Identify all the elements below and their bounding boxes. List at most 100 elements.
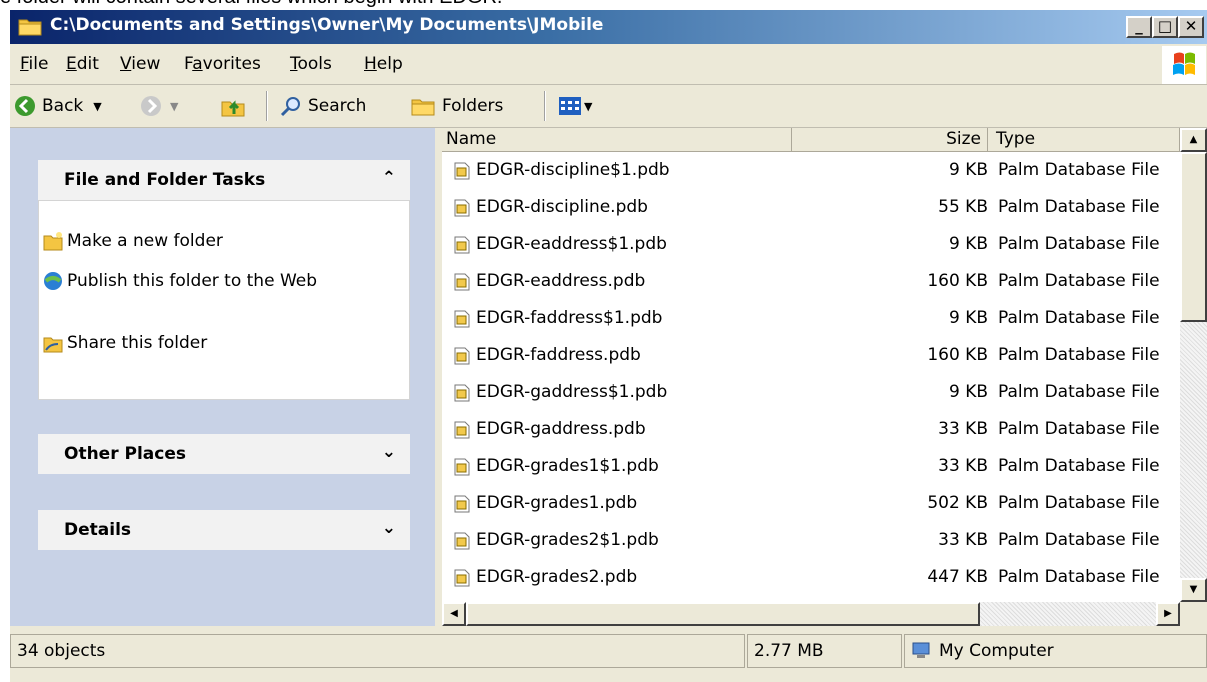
- menu-file[interactable]: File: [20, 54, 48, 74]
- share-folder-icon: [43, 337, 63, 353]
- status-zone: My Computer: [904, 634, 1207, 668]
- expand-chevron-icon[interactable]: ⌄: [382, 442, 396, 462]
- document-caption: e folder will contain several files whic…: [0, 0, 1207, 10]
- explorer-window: C:\Documents and Settings\Owner\My Docum…: [10, 10, 1207, 682]
- forward-button[interactable]: ▼: [140, 93, 178, 119]
- views-button[interactable]: ▼: [558, 93, 592, 119]
- file-row[interactable]: EDGR-gaddress$1.pdb 9 KB Palm Database Fil…: [442, 376, 1180, 410]
- menu-edit[interactable]: Edit: [66, 54, 99, 74]
- task-publish-folder[interactable]: Publish this folder to the Web: [44, 271, 367, 292]
- forward-arrow-icon: [141, 96, 161, 116]
- publish-web-icon: [44, 272, 62, 290]
- file-type: Palm Database File: [998, 567, 1160, 587]
- menu-favorites[interactable]: Favorites: [184, 54, 261, 74]
- search-button[interactable]: Search: [280, 93, 366, 119]
- file-row[interactable]: EDGR-grades2$1.pdb 33 KB Palm Database Fil…: [442, 524, 1180, 558]
- file-name: EDGR-grades1.pdb: [476, 493, 638, 513]
- file-list: Name Size Type EDGR-discipline$1.pdb 9 KB…: [442, 128, 1180, 602]
- pdb-file-icon: [454, 310, 470, 328]
- file-row[interactable]: EDGR-discipline.pdb 55 KB Palm Database Fi…: [442, 191, 1180, 225]
- file-type: Palm Database File: [998, 493, 1160, 513]
- file-folder-tasks-body: Make a new folder Publish this folder to…: [38, 200, 410, 400]
- my-computer-icon: [912, 642, 930, 658]
- file-row[interactable]: EDGR-faddress$1.pdb 9 KB Palm Database Fil…: [442, 302, 1180, 336]
- file-size: 33 KB: [938, 419, 988, 439]
- vertical-scroll-thumb[interactable]: [1180, 152, 1207, 322]
- file-row[interactable]: EDGR-grades1$1.pdb 33 KB Palm Database Fil…: [442, 450, 1180, 484]
- task-share-folder[interactable]: Share this folder: [43, 333, 207, 354]
- file-type: Palm Database File: [998, 234, 1160, 254]
- toolbar: Back ▼ ▼ Search Folders ▼: [10, 85, 1207, 128]
- back-button[interactable]: Back ▼: [14, 93, 102, 119]
- up-folder-button[interactable]: [220, 93, 246, 119]
- toolbar-separator: [544, 91, 546, 121]
- forward-dropdown-icon[interactable]: ▼: [170, 100, 178, 113]
- views-icon: [559, 97, 581, 115]
- horizontal-scrollbar[interactable]: ◀ ▶: [442, 602, 1180, 626]
- file-row[interactable]: EDGR-faddress.pdb 160 KB Palm Database Fil…: [442, 339, 1180, 373]
- folders-button[interactable]: Folders: [410, 93, 503, 119]
- menu-help[interactable]: Help: [364, 54, 403, 74]
- expand-chevron-icon[interactable]: ⌄: [382, 518, 396, 538]
- back-dropdown-icon[interactable]: ▼: [93, 100, 101, 113]
- file-type: Palm Database File: [998, 160, 1160, 180]
- task-make-new-folder[interactable]: Make a new folder: [43, 231, 223, 252]
- file-type: Palm Database File: [998, 271, 1160, 291]
- file-size: 55 KB: [938, 197, 988, 217]
- file-name: EDGR-faddress$1.pdb: [476, 308, 663, 328]
- file-folder-tasks-header[interactable]: File and Folder Tasks ⌃: [38, 160, 410, 200]
- file-name: EDGR-grades2.pdb: [476, 567, 638, 587]
- new-folder-icon: [43, 232, 63, 251]
- collapse-chevron-icon[interactable]: ⌃: [382, 168, 396, 188]
- scroll-up-arrow-icon[interactable]: ▲: [1180, 128, 1207, 152]
- folders-icon: [411, 99, 435, 116]
- file-name: EDGR-gaddress$1.pdb: [476, 382, 668, 402]
- file-folder-tasks-title: File and Folder Tasks: [64, 170, 266, 190]
- details-title: Details: [64, 520, 132, 540]
- scroll-left-arrow-icon[interactable]: ◀: [442, 602, 466, 626]
- file-name: EDGR-eaddress.pdb: [476, 271, 646, 291]
- file-row[interactable]: EDGR-gaddress.pdb 33 KB Palm Database File: [442, 413, 1180, 447]
- file-name: EDGR-discipline.pdb: [476, 197, 648, 217]
- file-row[interactable]: EDGR-grades1.pdb 502 KB Palm Database File: [442, 487, 1180, 521]
- file-size: 9 KB: [948, 382, 988, 402]
- file-type: Palm Database File: [998, 345, 1160, 365]
- status-object-count: 34 objects: [10, 634, 745, 668]
- other-places-title: Other Places: [64, 444, 186, 464]
- file-type: Palm Database File: [998, 456, 1160, 476]
- details-header[interactable]: Details ⌄: [38, 510, 410, 550]
- horizontal-scroll-thumb[interactable]: [466, 602, 980, 626]
- up-folder-icon: [221, 100, 245, 117]
- pdb-file-icon: [454, 569, 470, 587]
- menu-tools[interactable]: Tools: [290, 54, 332, 74]
- menu-view[interactable]: View: [120, 54, 160, 74]
- scroll-right-arrow-icon[interactable]: ▶: [1156, 602, 1180, 626]
- views-dropdown-icon[interactable]: ▼: [584, 100, 592, 113]
- column-header-size[interactable]: Size: [792, 128, 988, 152]
- file-name: EDGR-grades2$1.pdb: [476, 530, 659, 550]
- file-name: EDGR-gaddress.pdb: [476, 419, 646, 439]
- close-button[interactable]: ✕: [1178, 16, 1204, 38]
- title-bar[interactable]: C:\Documents and Settings\Owner\My Docum…: [10, 10, 1207, 44]
- windows-logo-icon: [1162, 46, 1206, 84]
- maximize-button[interactable]: □: [1152, 16, 1178, 38]
- column-header-type[interactable]: Type: [988, 128, 1180, 152]
- file-size: 9 KB: [948, 308, 988, 328]
- vertical-scrollbar[interactable]: ▲ ▼: [1180, 128, 1207, 602]
- file-size: 33 KB: [938, 456, 988, 476]
- file-name: EDGR-eaddress$1.pdb: [476, 234, 667, 254]
- file-size: 160 KB: [927, 345, 988, 365]
- minimize-button[interactable]: _: [1126, 16, 1152, 38]
- window-title: C:\Documents and Settings\Owner\My Docum…: [50, 15, 604, 35]
- file-row[interactable]: EDGR-grades2.pdb 447 KB Palm Database File: [442, 561, 1180, 595]
- file-type: Palm Database File: [998, 308, 1160, 328]
- file-row[interactable]: EDGR-eaddress$1.pdb 9 KB Palm Database Fil…: [442, 228, 1180, 262]
- menu-bar: File Edit View Favorites Tools Help: [10, 44, 1207, 85]
- file-row[interactable]: EDGR-eaddress.pdb 160 KB Palm Database Fil…: [442, 265, 1180, 299]
- file-type: Palm Database File: [998, 197, 1160, 217]
- scroll-down-arrow-icon[interactable]: ▼: [1180, 578, 1207, 602]
- file-row[interactable]: EDGR-discipline$1.pdb 9 KB Palm Database F…: [442, 154, 1180, 188]
- other-places-header[interactable]: Other Places ⌄: [38, 434, 410, 474]
- status-bar: 34 objects 2.77 MB My Computer: [10, 626, 1207, 682]
- column-header-name[interactable]: Name: [442, 128, 792, 152]
